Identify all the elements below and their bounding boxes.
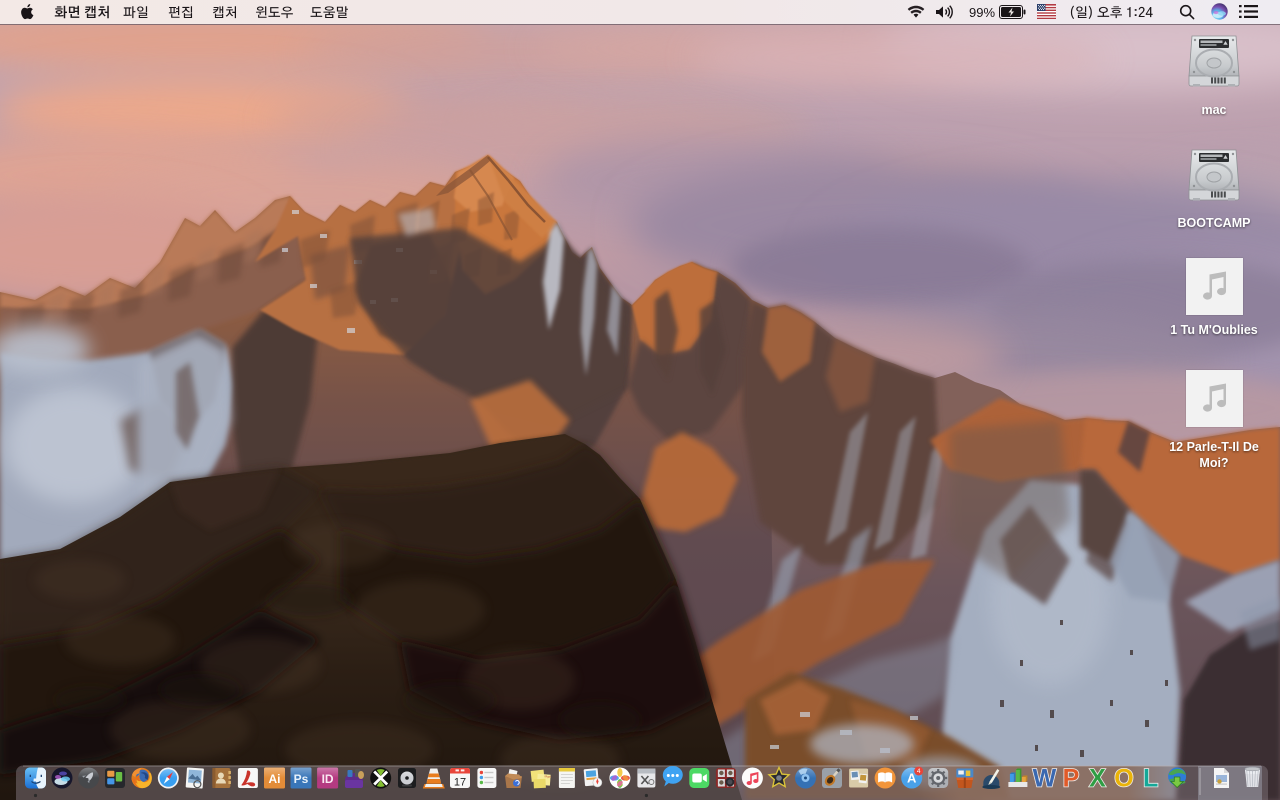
svg-text:P: P (1063, 765, 1080, 793)
svg-text:O: O (1114, 765, 1133, 793)
svg-text:L: L (1143, 765, 1158, 793)
svg-text:Ps: Ps (294, 772, 309, 786)
svg-text:W: W (1033, 765, 1057, 793)
svg-text:17: 17 (454, 777, 466, 789)
svg-text:X: X (1089, 765, 1106, 793)
svg-text:ID: ID (322, 772, 334, 786)
svg-text:4: 4 (917, 768, 921, 775)
svg-text:Ai: Ai (269, 772, 281, 786)
svg-text:Mgm: Mgm (544, 774, 551, 778)
